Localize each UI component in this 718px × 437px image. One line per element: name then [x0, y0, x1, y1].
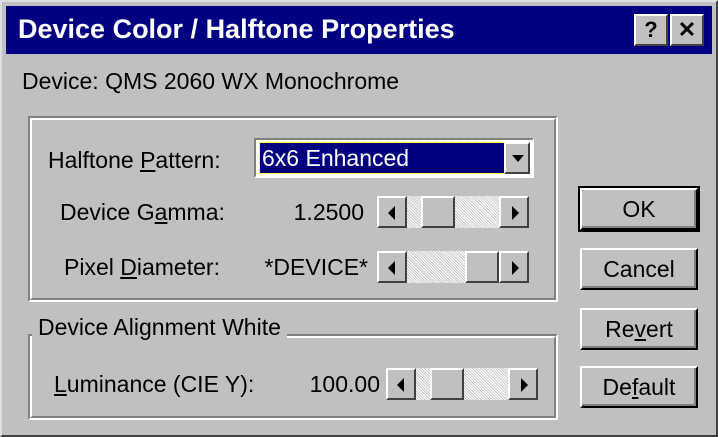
arrow-right-icon	[512, 261, 519, 275]
device-name-label: Device: QMS 2060 WX Monochrome	[22, 68, 400, 94]
scroll-thumb[interactable]	[465, 251, 499, 283]
luminance-value: 100.00	[309, 371, 380, 397]
scroll-thumb[interactable]	[430, 368, 464, 400]
pixel-diameter-value: *DEVICE*	[264, 254, 368, 280]
window-title: Device Color / Halftone Properties	[18, 14, 455, 44]
chevron-down-icon	[512, 155, 524, 162]
revert-button[interactable]: Revert	[580, 308, 698, 350]
halftone-pattern-value: 6x6 Enhanced	[259, 142, 505, 174]
scroll-right-button[interactable]	[499, 196, 529, 228]
luminance-scrollbar[interactable]	[386, 368, 538, 400]
scroll-left-button[interactable]	[377, 251, 407, 283]
pixel-diameter-scrollbar[interactable]	[377, 251, 529, 283]
arrow-left-icon	[388, 206, 395, 220]
close-button[interactable]: ✕	[670, 14, 704, 46]
scroll-right-button[interactable]	[499, 251, 529, 283]
dropdown-arrow-button[interactable]	[504, 142, 530, 174]
scroll-thumb[interactable]	[421, 196, 455, 228]
pixel-diameter-label: Pixel Diameter:	[64, 254, 220, 280]
arrow-right-icon	[512, 206, 519, 220]
device-gamma-value: 1.2500	[293, 199, 364, 225]
cancel-button[interactable]: Cancel	[580, 248, 698, 290]
device-gamma-label: Device Gamma:	[60, 199, 225, 225]
default-button[interactable]: Default	[580, 366, 698, 408]
arrow-left-icon	[388, 261, 395, 275]
dialog-window: Device Color / Halftone Properties ? ✕ D…	[0, 0, 718, 437]
scroll-right-button[interactable]	[508, 368, 538, 400]
arrow-right-icon	[521, 378, 528, 392]
help-button[interactable]: ?	[634, 14, 668, 46]
alignment-group-title: Device Alignment White	[32, 314, 287, 341]
device-gamma-scrollbar[interactable]	[377, 196, 529, 228]
ok-button[interactable]: OK	[578, 186, 700, 232]
scroll-left-button[interactable]	[377, 196, 407, 228]
title-bar: Device Color / Halftone Properties ? ✕	[6, 6, 712, 54]
scroll-left-button[interactable]	[386, 368, 416, 400]
halftone-pattern-select[interactable]: 6x6 Enhanced	[254, 138, 534, 178]
halftone-pattern-label: Halftone Pattern:	[48, 147, 221, 173]
luminance-label: Luminance (CIE Y):	[54, 371, 255, 397]
arrow-left-icon	[397, 378, 404, 392]
